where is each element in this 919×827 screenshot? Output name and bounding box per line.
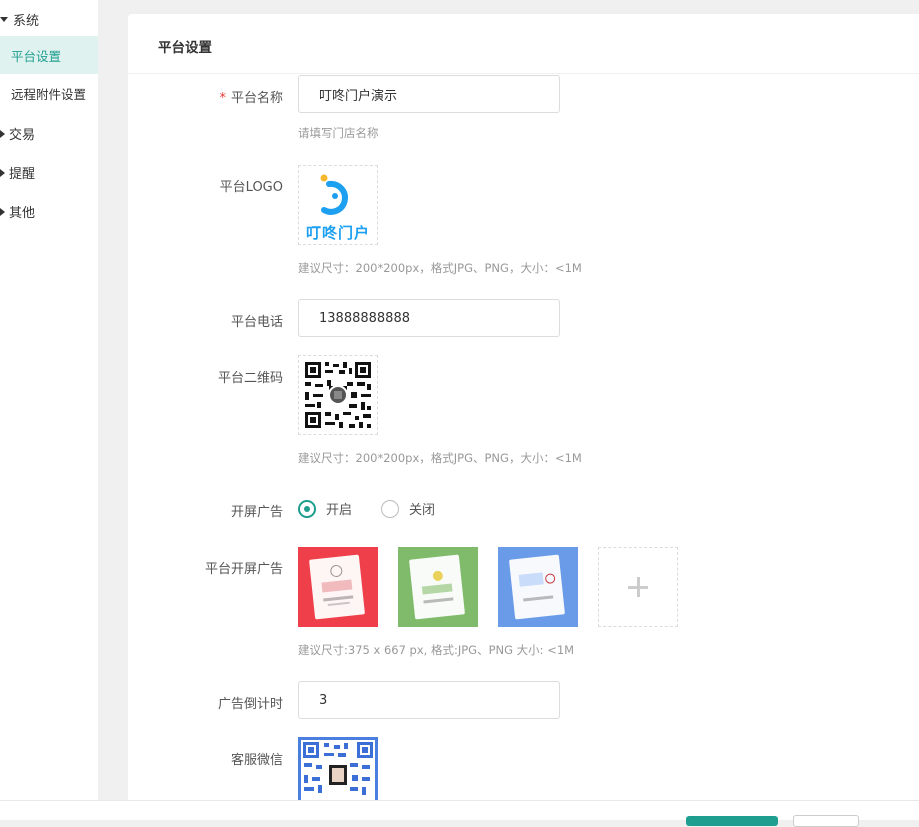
- radio-unchecked-icon: [381, 499, 399, 518]
- add-splash-ad-button[interactable]: [598, 547, 678, 627]
- sidebar-item-platform-settings[interactable]: 平台设置: [0, 36, 98, 74]
- save-button[interactable]: [686, 816, 778, 826]
- wechat-qrcode-upload[interactable]: [298, 737, 378, 800]
- page-title: 平台设置: [158, 40, 212, 56]
- radio-label: 开启: [326, 503, 353, 518]
- sidebar-item-label: 平台设置: [11, 48, 62, 64]
- splash-ad-label: 开屏广告: [230, 505, 283, 520]
- wechat-label: 客服微信: [230, 753, 283, 768]
- sidebar: 系统 平台设置 远程附件设置 交易 提醒 其他: [0, 0, 98, 820]
- menu-group-system[interactable]: 系统: [0, 10, 39, 29]
- logo-upload[interactable]: 叮咚门户: [298, 165, 378, 245]
- menu-group-label: 交易: [9, 128, 36, 143]
- ad-card-illustration: [409, 554, 465, 620]
- splash-ads-hint: 建议尺寸:375 x 667 px, 格式:JPG、PNG 大小: <1M: [298, 643, 575, 657]
- sidebar-item-remote-attachment[interactable]: 远程附件设置: [0, 74, 98, 112]
- splash-ad-image-1[interactable]: [298, 547, 378, 627]
- ad-card-illustration: [309, 554, 365, 620]
- menu-group-other[interactable]: 其他: [0, 202, 35, 221]
- card-header: 平台设置: [128, 14, 919, 74]
- chevron-right-icon: [0, 207, 5, 216]
- platform-name-label: * 平台名称: [219, 91, 283, 106]
- logo-text: 叮咚门户: [305, 224, 370, 242]
- menu-group-label: 提醒: [9, 167, 36, 182]
- platform-phone-input[interactable]: 13888888888: [298, 299, 560, 337]
- radio-checked-icon: [298, 499, 316, 518]
- splash-ads-label: 平台开屏广告: [204, 562, 283, 577]
- platform-logo-label: 平台LOGO: [219, 180, 283, 195]
- splash-on-radio[interactable]: 开启: [298, 499, 352, 518]
- qrcode-hint: 建议尺寸：200*200px，格式JPG、PNG，大小：<1M: [298, 451, 582, 465]
- chevron-right-icon: [0, 168, 5, 177]
- qrcode-image: [304, 361, 374, 431]
- menu-group-label: 其他: [9, 206, 36, 221]
- required-marker: *: [219, 91, 226, 106]
- ad-countdown-input[interactable]: 3: [298, 681, 560, 719]
- splash-ad-image-2[interactable]: [398, 547, 478, 627]
- sidebar-item-label: 远程附件设置: [11, 86, 87, 102]
- chevron-right-icon: [0, 129, 5, 138]
- cancel-button[interactable]: [793, 815, 859, 827]
- menu-group-label: 系统: [13, 14, 40, 29]
- platform-phone-label: 平台电话: [230, 315, 283, 330]
- splash-ad-image-3[interactable]: [498, 547, 578, 627]
- menu-group-reminder[interactable]: 提醒: [0, 163, 35, 182]
- platform-name-input[interactable]: 叮咚门户演示: [298, 75, 560, 113]
- plus-icon: [628, 577, 648, 597]
- splash-off-radio[interactable]: 关闭: [381, 499, 435, 518]
- menu-group-trade[interactable]: 交易: [0, 124, 35, 143]
- bottom-action-bar: [0, 800, 919, 820]
- ad-countdown-label: 广告倒计时: [217, 697, 283, 712]
- logo-hint: 建议尺寸：200*200px，格式JPG、PNG，大小：<1M: [298, 261, 582, 275]
- platform-name-hint: 请填写门店名称: [298, 126, 379, 140]
- ad-card-illustration: [509, 554, 565, 620]
- qrcode-upload[interactable]: [298, 355, 378, 435]
- radio-label: 关闭: [409, 503, 436, 518]
- chevron-down-icon: [0, 17, 8, 22]
- platform-qrcode-label: 平台二维码: [217, 371, 283, 386]
- wechat-qrcode-image: [301, 740, 375, 800]
